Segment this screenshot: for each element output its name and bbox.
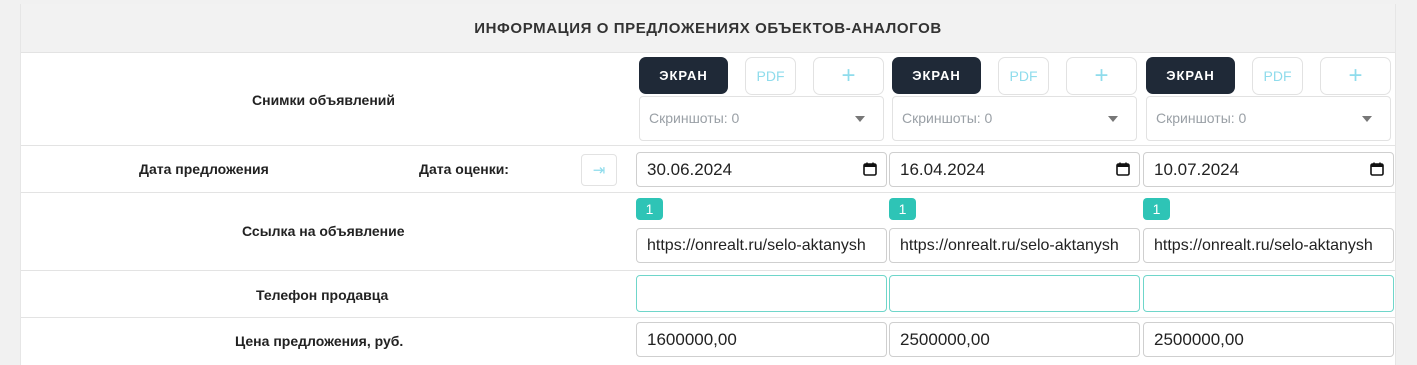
link-input-2[interactable]: https://onrealt.ru/selo-aktanysh: [889, 228, 1140, 263]
screenshots-select-1[interactable]: Скриншоты: 0: [639, 96, 884, 141]
date-value: 16.04.2024: [900, 159, 986, 179]
analogs-panel: ИНФОРМАЦИЯ О ПРЕДЛОЖЕНИЯХ ОБЪЕКТОВ-АНАЛО…: [20, 4, 1396, 365]
phone-label: Телефон продавца: [256, 287, 389, 303]
screen-button-1[interactable]: ЭКРАН: [639, 57, 728, 94]
phone-input-3[interactable]: [1143, 275, 1394, 312]
offer-date-input-1[interactable]: 30.06.2024: [636, 152, 887, 187]
offer-date-label: Дата предложения: [139, 161, 269, 177]
screenshots-placeholder: Скриншоты: 0: [1156, 110, 1247, 126]
row-divider: [21, 317, 1395, 318]
valuation-date-label: Дата оценки:: [419, 161, 509, 177]
add-screenshot-button-3[interactable]: +: [1320, 57, 1391, 95]
screenshots-label: Снимки объявлений: [252, 92, 396, 108]
chevron-down-icon: [1108, 116, 1118, 122]
pdf-button-1[interactable]: PDF: [745, 57, 796, 95]
price-input-3[interactable]: 2500000,00: [1143, 322, 1394, 357]
link-input-3[interactable]: https://onrealt.ru/selo-aktanysh: [1143, 228, 1394, 263]
date-value: 30.06.2024: [647, 159, 733, 179]
price-value: 2500000,00: [1154, 329, 1244, 349]
date-value: 10.07.2024: [1154, 159, 1240, 179]
link-count-badge-1[interactable]: 1: [636, 198, 663, 220]
price-value: 2500000,00: [900, 329, 990, 349]
link-value: https://onrealt.ru/selo-aktanysh: [900, 236, 1119, 254]
link-value: https://onrealt.ru/selo-aktanysh: [1154, 236, 1373, 254]
section-header: ИНФОРМАЦИЯ О ПРЕДЛОЖЕНИЯХ ОБЪЕКТОВ-АНАЛО…: [21, 4, 1395, 53]
row-divider: [21, 270, 1395, 271]
chevron-down-icon: [1362, 116, 1372, 122]
offer-date-input-2[interactable]: 16.04.2024: [889, 152, 1140, 187]
screen-button-3[interactable]: ЭКРАН: [1146, 57, 1235, 94]
price-value: 1600000,00: [647, 329, 737, 349]
apply-valuation-date-button[interactable]: ⇥: [581, 154, 617, 186]
pdf-button-2[interactable]: PDF: [998, 57, 1049, 95]
row-divider: [21, 145, 1395, 146]
row-divider: [21, 192, 1395, 193]
section-title: ИНФОРМАЦИЯ О ПРЕДЛОЖЕНИЯХ ОБЪЕКТОВ-АНАЛО…: [474, 19, 942, 37]
screenshots-select-2[interactable]: Скриншоты: 0: [892, 96, 1137, 141]
screenshots-placeholder: Скриншоты: 0: [649, 110, 740, 126]
offer-date-input-3[interactable]: 10.07.2024: [1143, 152, 1394, 187]
calendar-icon[interactable]: [1116, 162, 1130, 176]
phone-input-1[interactable]: [636, 275, 887, 312]
link-count-badge-3[interactable]: 1: [1143, 198, 1170, 220]
add-screenshot-button-2[interactable]: +: [1066, 57, 1137, 95]
price-label: Цена предложения, руб.: [235, 333, 404, 349]
screen-button-2[interactable]: ЭКРАН: [892, 57, 981, 94]
calendar-icon[interactable]: [863, 162, 877, 176]
add-screenshot-button-1[interactable]: +: [813, 57, 884, 95]
screenshots-select-3[interactable]: Скриншоты: 0: [1146, 96, 1391, 141]
chevron-down-icon: [855, 116, 865, 122]
arrow-right-to-line-icon: ⇥: [592, 162, 606, 179]
link-count-badge-2[interactable]: 1: [889, 198, 916, 220]
link-value: https://onrealt.ru/selo-aktanysh: [647, 236, 866, 254]
phone-input-2[interactable]: [889, 275, 1140, 312]
price-input-1[interactable]: 1600000,00: [636, 322, 887, 357]
calendar-icon[interactable]: [1370, 162, 1384, 176]
link-label: Ссылка на объявление: [242, 223, 405, 239]
screenshots-placeholder: Скриншоты: 0: [902, 110, 993, 126]
price-input-2[interactable]: 2500000,00: [889, 322, 1140, 357]
link-input-1[interactable]: https://onrealt.ru/selo-aktanysh: [636, 228, 887, 263]
pdf-button-3[interactable]: PDF: [1252, 57, 1303, 95]
